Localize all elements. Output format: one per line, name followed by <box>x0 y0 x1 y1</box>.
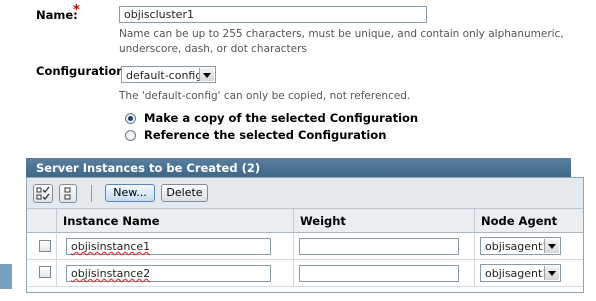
delete-instance-button[interactable]: Delete <box>161 184 208 202</box>
deselect-all-icon <box>64 187 71 200</box>
column-header-node-agent[interactable]: Node Agent <box>475 209 583 233</box>
row-1-checkbox[interactable] <box>39 240 51 252</box>
row-1-node-agent-select[interactable]: objisagent1 <box>480 237 561 255</box>
row-2-checkbox[interactable] <box>39 266 51 278</box>
new-instance-button[interactable]: New... <box>105 184 155 202</box>
chevron-down-icon <box>199 68 214 81</box>
configuration-label: Configuration: <box>36 64 130 78</box>
configuration-help: The 'default-config' can only be copied,… <box>119 90 411 102</box>
select-all-button[interactable] <box>33 184 53 203</box>
required-indicator: * <box>73 3 80 18</box>
column-header-instance-name-label: Instance Name <box>63 214 160 228</box>
row-1-instance-name-input[interactable]: objisinstance1 <box>66 238 271 255</box>
radio-reference-configuration[interactable] <box>125 130 136 141</box>
name-help-line2: underscore, dash, or dot characters <box>119 43 307 55</box>
row-2-instance-name-value: objisinstance2 <box>71 267 151 280</box>
row-2-instance-name-input[interactable]: objisinstance2 <box>66 265 271 282</box>
column-header-weight[interactable]: Weight <box>294 209 475 233</box>
name-label: Name: <box>36 8 78 22</box>
toolbar-separator <box>91 185 92 202</box>
side-marker <box>0 264 12 289</box>
radio-reference-label: Reference the selected Configuration <box>144 128 387 142</box>
row-2-node-agent-select[interactable]: objisagent1 <box>480 264 561 282</box>
column-header-node-agent-label: Node Agent <box>481 214 558 228</box>
row-1-instance-name-value: objisinstance1 <box>71 240 151 253</box>
row-1-node-agent-value: objisagent1 <box>485 240 550 253</box>
select-column-header <box>27 209 57 233</box>
configuration-select-value: default-config <box>126 69 203 82</box>
column-header-weight-label: Weight <box>300 214 346 228</box>
name-input[interactable] <box>119 6 427 23</box>
chevron-down-icon <box>544 239 559 253</box>
radio-copy-label: Make a copy of the selected Configuratio… <box>144 111 419 125</box>
radio-copy-configuration[interactable] <box>125 113 136 124</box>
deselect-all-button[interactable] <box>59 184 77 203</box>
chevron-down-icon <box>544 266 559 280</box>
instances-table-title: Server Instances to be Created (2) <box>26 158 571 177</box>
select-all-icon <box>36 186 50 200</box>
column-header-instance-name[interactable]: Instance Name <box>57 209 294 233</box>
row-2-weight-input[interactable] <box>299 265 459 282</box>
instances-table-title-text: Server Instances to be Created (2) <box>36 161 261 175</box>
row-2-node-agent-value: objisagent1 <box>485 267 550 280</box>
name-help-line1: Name can be up to 255 characters, must b… <box>119 28 564 40</box>
row-1-weight-input[interactable] <box>299 238 459 255</box>
configuration-select[interactable]: default-config <box>121 66 216 83</box>
